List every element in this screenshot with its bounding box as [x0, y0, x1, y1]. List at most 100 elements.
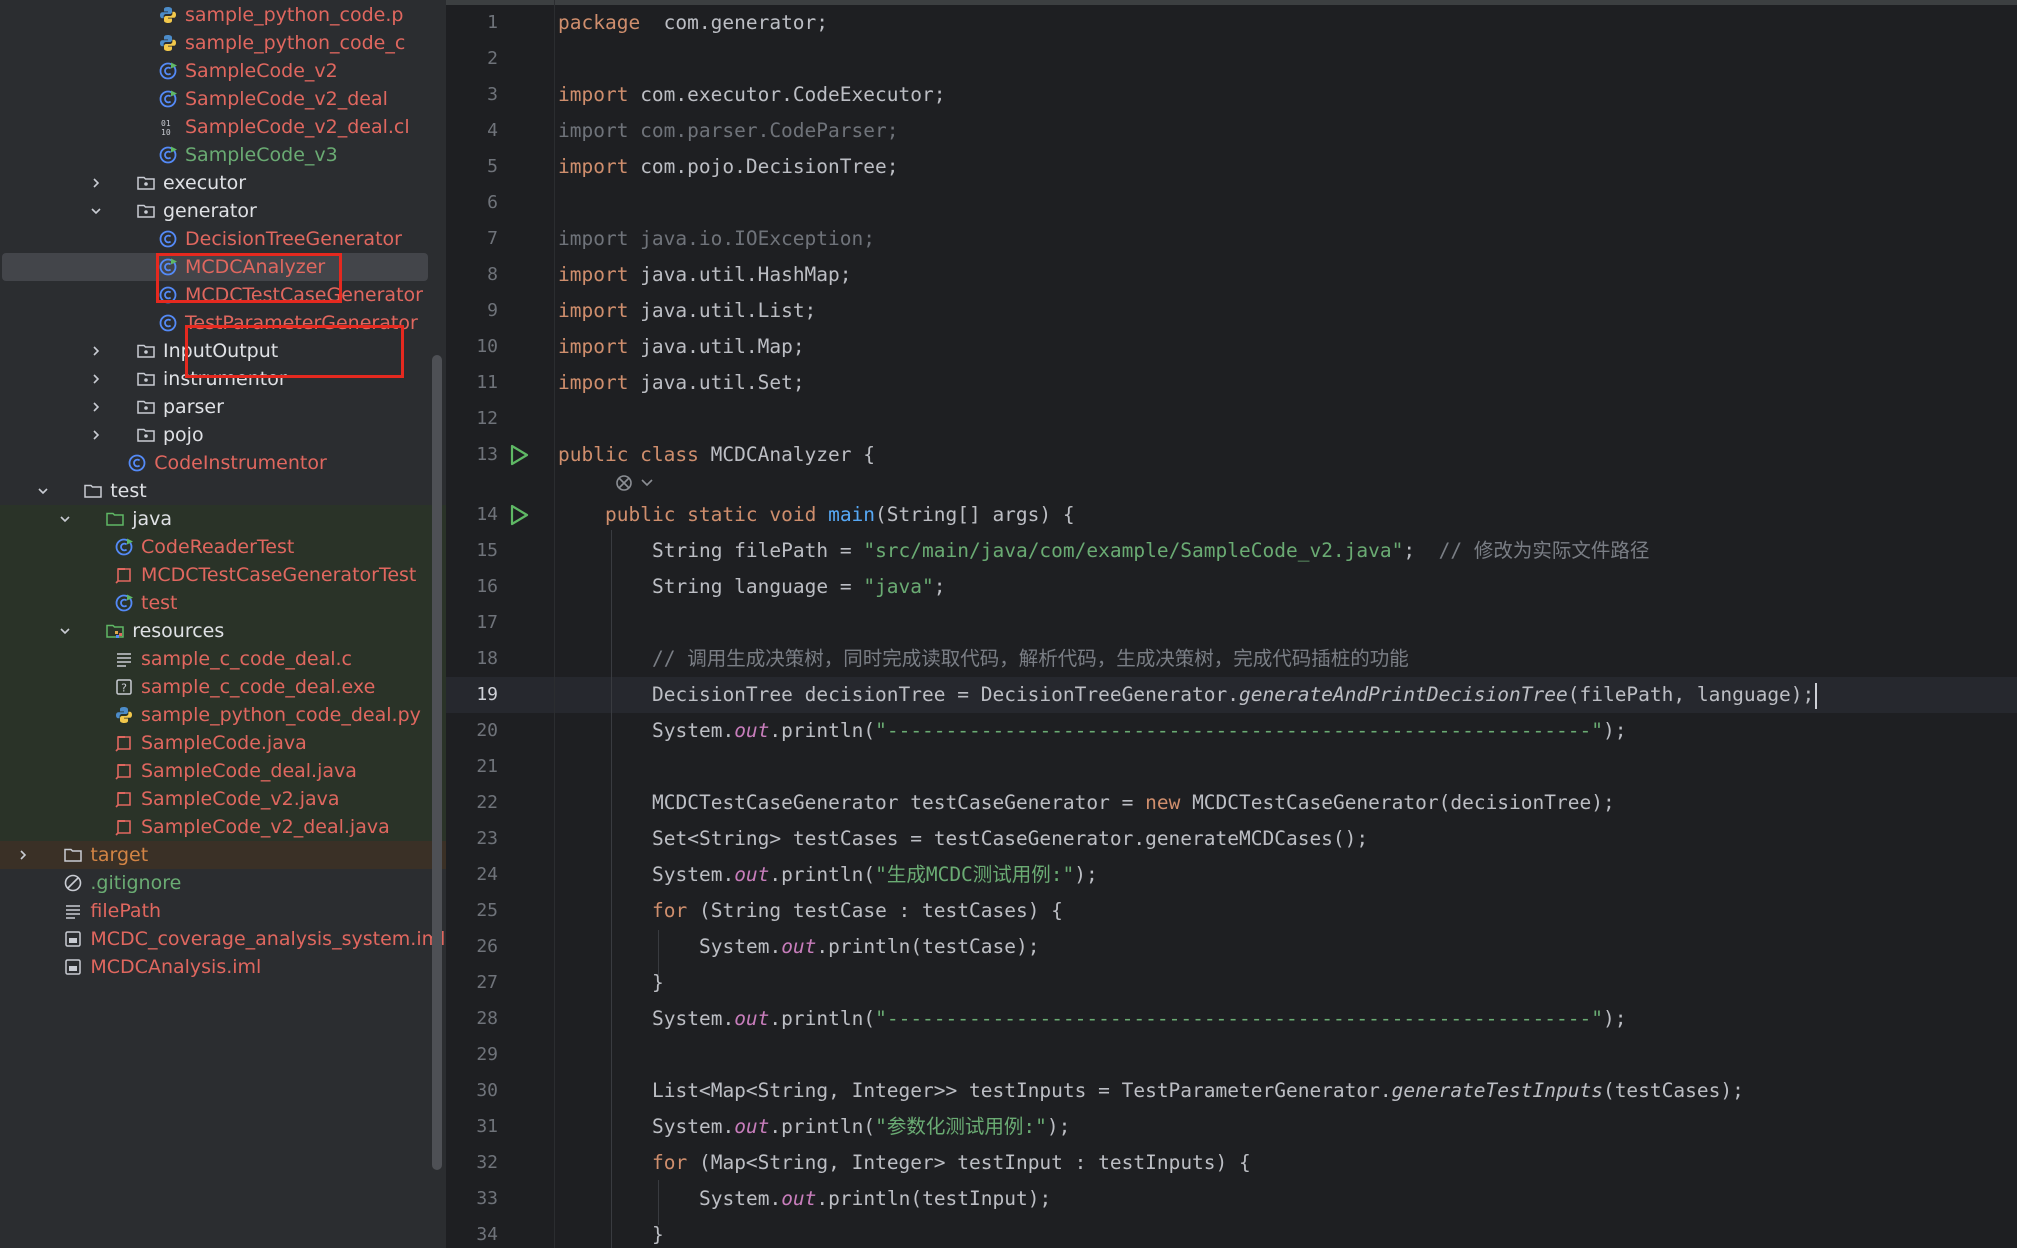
- tree-item-samplecode-v2-deal-java[interactable]: SampleCode_v2_deal.java: [0, 813, 446, 841]
- tree-item-codeinstrumentor[interactable]: CodeInstrumentor: [0, 449, 446, 477]
- line-number: 26: [476, 936, 498, 957]
- line-number: 34: [476, 1224, 498, 1245]
- code-line[interactable]: DecisionTree decisionTree = DecisionTree…: [652, 677, 1818, 713]
- code-token: );: [1602, 719, 1627, 742]
- tree-item-parser[interactable]: parser: [0, 393, 446, 421]
- chevron-down-icon[interactable]: [57, 505, 73, 533]
- tree-item-target[interactable]: target: [0, 841, 446, 869]
- code-line[interactable]: System.out.println("参数化测试用例:");: [652, 1109, 1070, 1145]
- code-token: .println(testInput);: [816, 1187, 1052, 1210]
- chevron-right-icon[interactable]: [88, 337, 104, 365]
- tree-item-sample-python-code-deal-py[interactable]: sample_python_code_deal.py: [0, 701, 446, 729]
- tree-item-inputoutput[interactable]: InputOutput: [0, 337, 446, 365]
- tree-item-resources[interactable]: resources: [0, 617, 446, 645]
- code-token: Set<String> testCases = testCaseGenerato…: [652, 827, 1369, 850]
- code-line[interactable]: import com.pojo.DecisionTree;: [558, 149, 898, 185]
- tree-item-label: CodeReaderTest: [141, 536, 295, 558]
- tree-item-label: SampleCode_v2_deal.cl: [185, 116, 410, 138]
- ai-inlay-icon[interactable]: [612, 470, 656, 496]
- chevron-right-icon[interactable]: [88, 169, 104, 197]
- code-line[interactable]: Set<String> testCases = testCaseGenerato…: [652, 821, 1368, 857]
- tree-item-generator[interactable]: generator: [0, 197, 446, 225]
- tree-item-testparametergenerator[interactable]: TestParameterGenerator: [0, 309, 446, 337]
- run-gutter-icon[interactable]: [506, 502, 532, 528]
- code-line[interactable]: import java.util.Map;: [558, 329, 805, 365]
- code-line[interactable]: System.out.println(testInput);: [699, 1181, 1051, 1217]
- code-token: java.util.Map;: [628, 335, 805, 358]
- line-number: 32: [476, 1152, 498, 1173]
- code-token: import: [558, 83, 629, 106]
- chevron-right-icon[interactable]: [88, 365, 104, 393]
- tree-item-executor[interactable]: executor: [0, 169, 446, 197]
- tree-item-label: sample_python_code_deal.py: [141, 704, 421, 726]
- tree-item-mcdc-coverage-analysis-system-iml[interactable]: MCDC_coverage_analysis_system.iml: [0, 925, 446, 953]
- chevron-right-icon[interactable]: [88, 421, 104, 449]
- code-line[interactable]: String language = "java";: [652, 569, 946, 605]
- code-token: java.util.List;: [628, 299, 817, 322]
- java-class-runnable-icon: [158, 257, 178, 277]
- code-token: System.: [652, 863, 735, 886]
- code-line[interactable]: import java.io.IOException;: [558, 221, 875, 257]
- code-line[interactable]: // 调用生成决策树，同时完成读取代码，解析代码，生成决策树，完成代码插桩的功能: [652, 641, 1409, 677]
- tree-item-label: pojo: [163, 424, 204, 446]
- code-line[interactable]: System.out.println("生成MCDC测试用例:");: [652, 857, 1098, 893]
- chevron-right-icon[interactable]: [15, 841, 31, 869]
- tree-item-instrumentor[interactable]: instrumentor: [0, 365, 446, 393]
- tree-item-test[interactable]: test: [0, 477, 446, 505]
- line-number: 3: [487, 84, 498, 105]
- code-token: );: [1602, 1007, 1627, 1030]
- tree-scrollbar[interactable]: [432, 355, 442, 1170]
- tree-item-samplecode-v2-java[interactable]: SampleCode_v2.java: [0, 785, 446, 813]
- tree-item-samplecode-v2[interactable]: SampleCode_v2: [0, 57, 446, 85]
- tree-item-java[interactable]: java: [0, 505, 446, 533]
- tree-item-sample-python-code-p[interactable]: sample_python_code.p: [0, 1, 446, 29]
- java-file-icon: [114, 817, 134, 837]
- code-line[interactable]: import com.executor.CodeExecutor;: [558, 77, 945, 113]
- code-line[interactable]: List<Map<String, Integer>> testInputs = …: [652, 1073, 1744, 1109]
- chevron-right-icon[interactable]: [88, 393, 104, 421]
- tree-item-pojo[interactable]: pojo: [0, 421, 446, 449]
- code-token: public class: [558, 443, 699, 466]
- tree-item-sample-c-code-deal-c[interactable]: sample_c_code_deal.c: [0, 645, 446, 673]
- tree-item-samplecode-deal-java[interactable]: SampleCode_deal.java: [0, 757, 446, 785]
- code-line[interactable]: import java.util.List;: [558, 293, 816, 329]
- tree-item-codereadertest[interactable]: CodeReaderTest: [0, 533, 446, 561]
- code-line[interactable]: System.out.println("--------------------…: [652, 1001, 1626, 1037]
- code-token: "---------------------------------------…: [875, 719, 1603, 742]
- tree-item-mcdctestcasegenerator[interactable]: MCDCTestCaseGenerator: [0, 281, 446, 309]
- code-line[interactable]: package com.generator;: [558, 5, 828, 41]
- tree-item-label: MCDCTestCaseGenerator: [185, 284, 423, 306]
- code-line[interactable]: MCDCTestCaseGenerator testCaseGenerator …: [652, 785, 1615, 821]
- tree-item-test[interactable]: test: [0, 589, 446, 617]
- tree-item-samplecode-v3[interactable]: SampleCode_v3: [0, 141, 446, 169]
- tree-item-mcdctestcasegeneratortest[interactable]: MCDCTestCaseGeneratorTest: [0, 561, 446, 589]
- tree-item-sample-python-code-c[interactable]: sample_python_code_c: [0, 29, 446, 57]
- code-line[interactable]: public class MCDCAnalyzer {: [558, 437, 875, 473]
- tree-item-gitignore[interactable]: .gitignore: [0, 869, 446, 897]
- code-token: System.: [699, 935, 782, 958]
- tree-item-samplecode-java[interactable]: SampleCode.java: [0, 729, 446, 757]
- code-editor[interactable]: 1 package com.generator; 2 3 import com.exec…: [446, 0, 2017, 1248]
- run-gutter-icon[interactable]: [506, 442, 532, 468]
- code-line[interactable]: for (String testCase : testCases) {: [652, 893, 1063, 929]
- tree-item-samplecode-v2-deal[interactable]: SampleCode_v2_deal: [0, 85, 446, 113]
- code-line[interactable]: import com.parser.CodeParser;: [558, 113, 898, 149]
- chevron-down-icon[interactable]: [35, 477, 51, 505]
- code-line[interactable]: import java.util.HashMap;: [558, 257, 852, 293]
- tree-item-label: MCDCAnalyzer: [185, 256, 326, 278]
- code-line[interactable]: String filePath = "src/main/java/com/exa…: [652, 533, 1649, 569]
- tree-item-filepath[interactable]: filePath: [0, 897, 446, 925]
- line-number: 16: [476, 576, 498, 597]
- tree-item-sample-c-code-deal-exe[interactable]: ? sample_c_code_deal.exe: [0, 673, 446, 701]
- code-line[interactable]: public static void main(String[] args) {: [605, 497, 1075, 533]
- code-line[interactable]: for (Map<String, Integer> testInput : te…: [652, 1145, 1251, 1181]
- chevron-down-icon[interactable]: [88, 197, 104, 225]
- tree-item-decisiontreegenerator[interactable]: DecisionTreeGenerator: [0, 225, 446, 253]
- chevron-down-icon[interactable]: [57, 617, 73, 645]
- tree-item-mcdcanalyzer[interactable]: MCDCAnalyzer: [0, 253, 446, 281]
- code-line[interactable]: System.out.println("--------------------…: [652, 713, 1626, 749]
- code-line[interactable]: System.out.println(testCase);: [699, 929, 1039, 965]
- tree-item-mcdcanalysis-iml[interactable]: MCDCAnalysis.iml: [0, 953, 446, 981]
- tree-item-samplecode-v2-deal-cl[interactable]: 01 10 SampleCode_v2_deal.cl: [0, 113, 446, 141]
- code-line[interactable]: import java.util.Set;: [558, 365, 805, 401]
